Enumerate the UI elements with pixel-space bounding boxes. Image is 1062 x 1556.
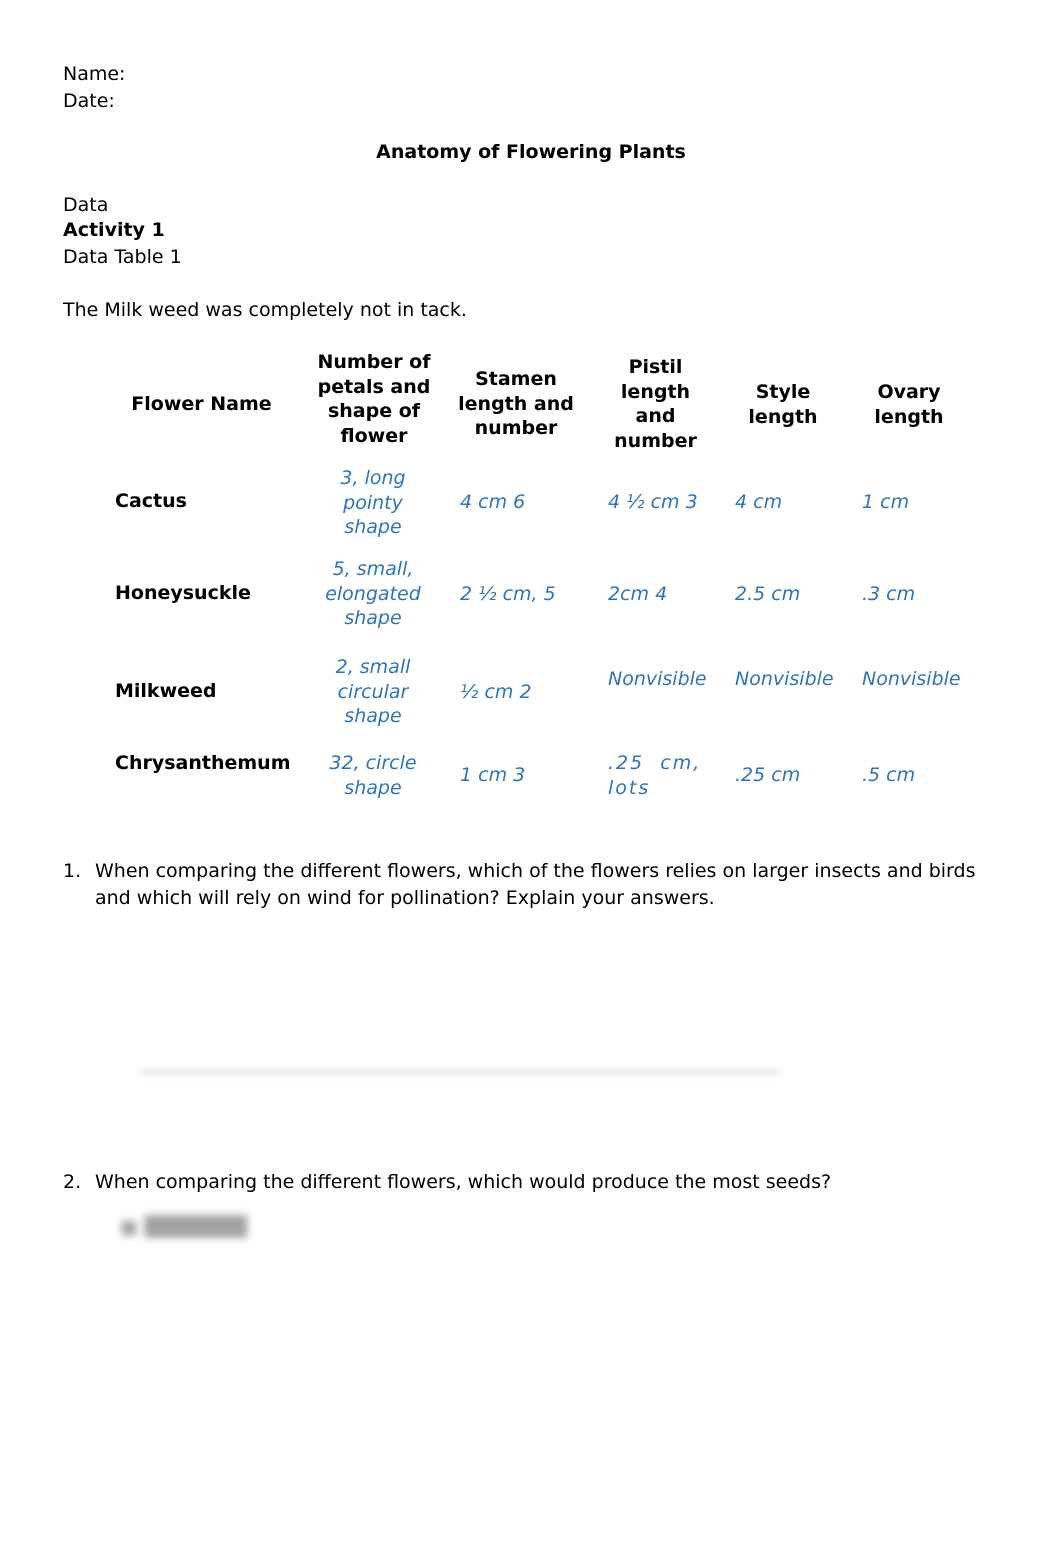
flower-name-cell: Cactus (115, 490, 187, 512)
activity-heading: Activity 1 (63, 219, 165, 241)
question-text: When comparing the different flowers, wh… (95, 860, 976, 909)
question-1: 1. When comparing the different flowers,… (63, 858, 983, 912)
page-title: Anatomy of Flowering Plants (376, 141, 686, 163)
column-header-petals: Number of petals and shape of flower (317, 351, 431, 447)
column-header-style: Style length (748, 381, 818, 428)
ovary-cell: Nonvisible (862, 668, 961, 690)
column-header-pistil: Pistil length and number (614, 356, 697, 452)
petals-cell: 32, circle shape (329, 752, 417, 799)
question-number: 2. (63, 1171, 82, 1193)
stamen-cell: 1 cm 3 (460, 764, 526, 786)
table-caption: Data Table 1 (63, 246, 182, 268)
ovary-cell: .5 cm (862, 764, 916, 786)
note-text: The Milk weed was completely not in tack… (63, 299, 467, 321)
flower-name-cell: Chrysanthemum (115, 752, 291, 774)
style-cell: 4 cm (735, 491, 783, 513)
question-text: When comparing the different flowers, wh… (95, 1171, 832, 1193)
blurred-answer-1 (140, 1068, 780, 1076)
column-header-flower-name: Flower Name (131, 393, 272, 415)
pistil-cell: 2cm 4 (608, 583, 668, 605)
ovary-cell: .3 cm (862, 583, 916, 605)
style-cell: Nonvisible (735, 668, 834, 690)
stamen-cell: 4 cm 6 (460, 491, 526, 513)
data-label: Data (63, 194, 109, 216)
name-label: Name: (63, 63, 126, 85)
column-header-stamen: Stamen length and number (458, 368, 574, 439)
blurred-answer-2: ■ ███████ (120, 1216, 247, 1238)
petals-cell: 5, small, elongated shape (325, 558, 421, 629)
stamen-cell: 2 ½ cm, 5 (460, 583, 556, 605)
pistil-cell: .25 cm, lots (608, 752, 710, 799)
petals-cell: 2, small circular shape (335, 656, 411, 727)
flower-name-cell: Milkweed (115, 680, 217, 702)
date-label: Date: (63, 90, 115, 112)
ovary-cell: 1 cm (862, 491, 910, 513)
style-cell: .25 cm (735, 764, 801, 786)
style-cell: 2.5 cm (735, 583, 801, 605)
question-number: 1. (63, 860, 82, 882)
column-header-ovary: Ovary length (874, 381, 944, 428)
flower-name-cell: Honeysuckle (115, 582, 251, 604)
question-2: 2. When comparing the different flowers,… (63, 1169, 983, 1196)
petals-cell: 3, long pointy shape (340, 467, 406, 538)
pistil-cell: Nonvisible (608, 668, 707, 690)
pistil-cell: 4 ½ cm 3 (608, 491, 698, 513)
stamen-cell: ½ cm 2 (460, 681, 532, 703)
